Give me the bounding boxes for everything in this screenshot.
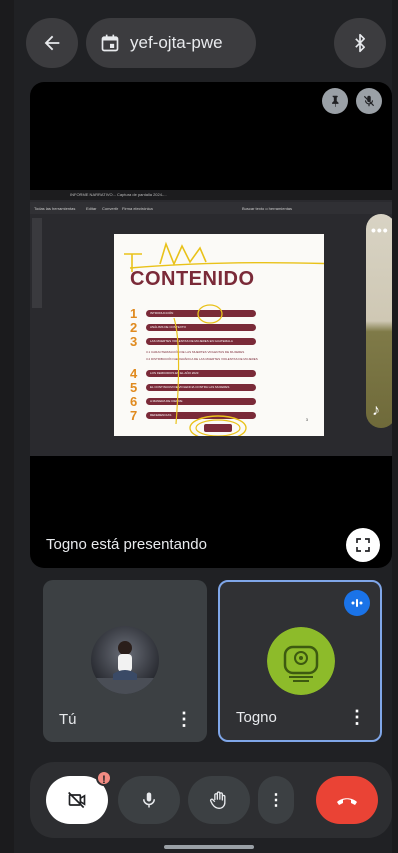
presenting-status: Togno está presentando xyxy=(46,536,207,553)
speaking-indicator xyxy=(344,590,370,616)
participant-options-button[interactable]: ⋮ xyxy=(348,707,366,728)
alert-badge: ! xyxy=(96,770,112,786)
shared-side-tools xyxy=(32,218,42,308)
call-controls-bar: ! ⋮ xyxy=(30,762,392,838)
participant-tile-togno[interactable]: Togno ⋮ xyxy=(218,580,382,742)
shared-browser-bar: INFORME NARRATIVO... Captura de pantalla… xyxy=(30,190,392,200)
shared-document-page: CONTENIDO 1 INTRODUCCIÓN 2 ANÁLISIS DE C… xyxy=(114,234,324,436)
video-off-icon xyxy=(68,791,86,809)
pin-icon xyxy=(332,95,339,107)
muted-indicator xyxy=(356,88,382,114)
avatar xyxy=(267,627,335,695)
meeting-info-chip[interactable]: yef-ojta-pwe xyxy=(86,18,256,68)
sound-icon[interactable]: ♪ xyxy=(372,402,380,420)
pin-button[interactable] xyxy=(322,88,348,114)
presentation-tile[interactable]: INFORME NARRATIVO... Captura de pantalla… xyxy=(30,82,392,568)
raise-hand-icon xyxy=(209,791,226,809)
fullscreen-button[interactable] xyxy=(346,528,380,562)
raise-hand-button[interactable] xyxy=(188,776,250,824)
more-vert-icon: ⋮ xyxy=(268,792,284,809)
participant-tile-self[interactable]: Tú ⋮ xyxy=(43,580,207,742)
mic-off-icon xyxy=(363,95,375,107)
shared-toolbar-item: Editar xyxy=(86,206,97,211)
shared-toolbar-item: Firma electrónica xyxy=(122,206,153,211)
shared-toolbar-item: Buscar texto o herramientas xyxy=(242,206,293,211)
floating-media-panel[interactable]: ••• ♪ xyxy=(366,214,392,428)
microphone-button[interactable] xyxy=(118,776,180,824)
shared-toolbar-item: Convertir xyxy=(102,206,119,211)
calendar-icon xyxy=(101,34,119,52)
call-end-icon xyxy=(337,798,357,805)
participant-name: Tú xyxy=(59,711,77,728)
fullscreen-icon xyxy=(356,538,370,552)
shared-toolbar: Todas las herramientas Editar Convertir … xyxy=(30,202,392,214)
meeting-code: yef-ojta-pwe xyxy=(130,33,223,52)
shared-browser-tab: INFORME NARRATIVO... Captura de pantalla… xyxy=(70,192,167,197)
audio-level-icon xyxy=(351,599,363,607)
home-indicator[interactable] xyxy=(164,845,254,849)
audio-output-button[interactable] xyxy=(334,18,386,68)
end-call-button[interactable] xyxy=(316,776,378,824)
shared-toolbar-item: Todas las herramientas xyxy=(34,206,76,211)
shared-screen: INFORME NARRATIVO... Captura de pantalla… xyxy=(30,190,392,456)
top-bar: yef-ojta-pwe xyxy=(14,14,392,72)
back-button[interactable] xyxy=(26,18,78,68)
annotation-scribbles xyxy=(124,241,324,436)
more-dots-icon[interactable]: ••• xyxy=(371,222,389,238)
participant-options-button[interactable]: ⋮ xyxy=(175,709,193,730)
mic-icon xyxy=(143,792,155,808)
avatar xyxy=(91,626,159,694)
arrow-left-icon xyxy=(44,35,60,51)
participant-name: Togno xyxy=(236,709,277,726)
meet-call-screen: yef-ojta-pwe INFORME NARRATIVO... Captur xyxy=(14,0,392,853)
bluetooth-icon xyxy=(355,33,365,53)
camera-toggle-button[interactable]: ! xyxy=(46,770,112,824)
more-options-button[interactable]: ⋮ xyxy=(258,776,294,824)
